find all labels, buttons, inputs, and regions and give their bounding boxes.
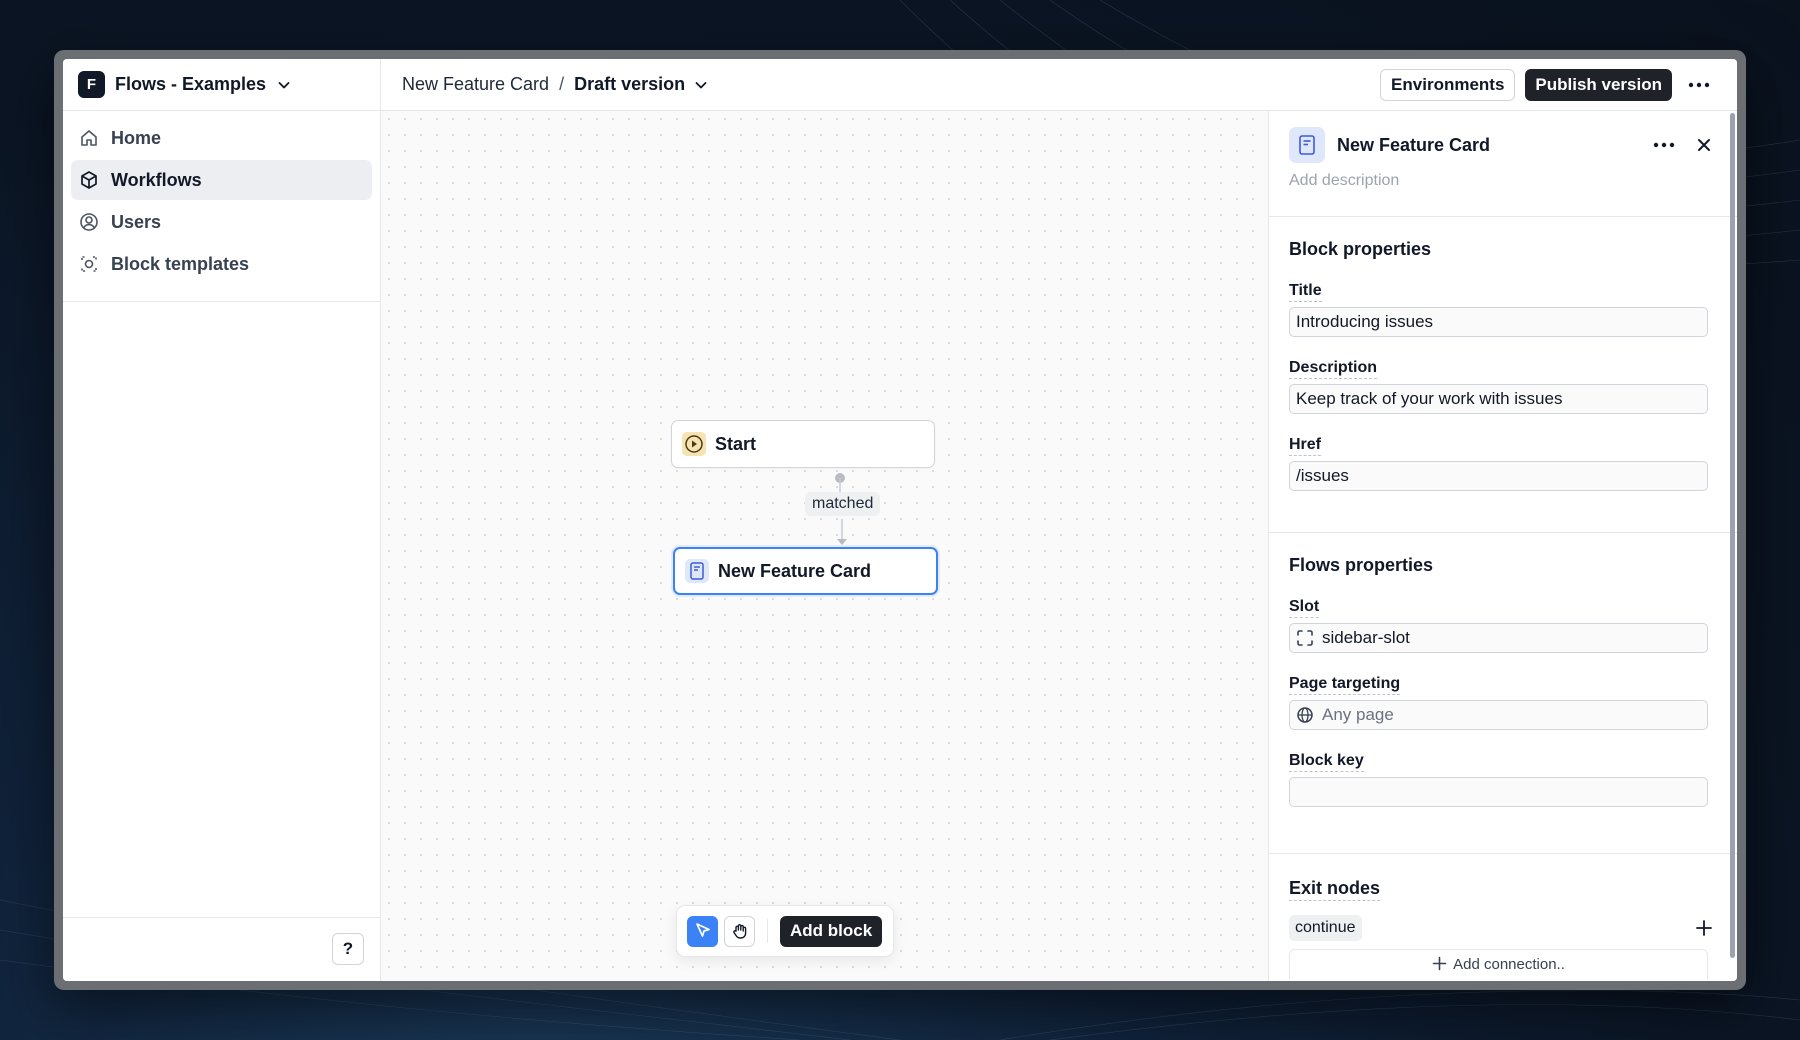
block-properties-section: Block properties Title Description Href [1269, 217, 1737, 533]
workspace-logo: F [78, 71, 105, 98]
flows-properties-section: Flows properties Slot sidebar-slot Page … [1269, 533, 1737, 854]
block-template-icon [79, 254, 99, 274]
globe-icon [1296, 706, 1314, 724]
sidebar-nav: Home Workflows Users Block templates [63, 111, 380, 302]
section-title: Block properties [1289, 239, 1432, 259]
feature-node-label: New Feature Card [718, 560, 872, 581]
add-block-button[interactable]: Add block [780, 915, 883, 947]
card-icon [685, 559, 709, 583]
block-key-field: Block key [1289, 752, 1717, 807]
title-field: Title [1289, 282, 1717, 337]
add-connection-label: Add connection.. [1453, 956, 1565, 973]
plus-icon [1432, 956, 1447, 971]
topbar-actions: Environments Publish version [1380, 68, 1716, 101]
slot-field: Slot sidebar-slot [1289, 598, 1717, 653]
field-label: Description [1289, 359, 1378, 379]
edge-connector [835, 473, 847, 545]
field-label: Slot [1289, 598, 1320, 618]
field-label: Page targeting [1289, 675, 1401, 695]
sidebar-item-home[interactable]: Home [71, 118, 372, 158]
description-input[interactable] [1289, 384, 1708, 414]
page-targeting-value: Any page [1322, 705, 1394, 724]
breadcrumb-current: Draft version [574, 74, 686, 94]
field-label: Title [1289, 282, 1322, 302]
slot-value: sidebar-slot [1322, 628, 1410, 647]
sidebar-item-users[interactable]: Users [71, 202, 372, 242]
home-icon [79, 128, 99, 148]
sidebar-item-label: Users [111, 211, 162, 232]
pointer-icon [694, 922, 712, 940]
section-title: Exit nodes [1289, 878, 1717, 901]
start-node-label: Start [715, 433, 757, 454]
field-label: Block key [1289, 752, 1364, 772]
breadcrumb-separator: / [559, 74, 565, 94]
app-root: F Flows - Examples Home Workflows Users … [63, 59, 1737, 981]
more-options-icon[interactable] [1682, 69, 1716, 101]
feature-card-node[interactable]: New Feature Card [673, 547, 938, 595]
app-window: F Flows - Examples Home Workflows Users … [54, 50, 1746, 990]
help-button[interactable]: ? [332, 933, 364, 965]
publish-version-button[interactable]: Publish version [1525, 68, 1672, 101]
environments-button[interactable]: Environments [1380, 68, 1516, 101]
plus-icon[interactable] [1691, 915, 1717, 941]
href-input[interactable] [1289, 461, 1708, 491]
edge-label[interactable]: matched [805, 492, 881, 516]
sidebar-footer: ? [63, 917, 380, 981]
close-icon[interactable] [1691, 132, 1717, 158]
cube-icon [79, 170, 99, 190]
workspace-name: Flows - Examples [115, 74, 267, 94]
description-field: Description [1289, 359, 1717, 414]
more-options-icon[interactable] [1651, 132, 1677, 158]
pan-tool-button[interactable] [724, 915, 755, 947]
panel-header: New Feature Card Add description [1269, 111, 1737, 217]
exit-node-tag[interactable]: continue [1289, 915, 1362, 941]
chevron-down-icon [693, 77, 709, 93]
block-properties-panel: New Feature Card Add description Block p… [1268, 111, 1737, 981]
card-icon [1289, 127, 1325, 163]
panel-title[interactable]: New Feature Card [1337, 135, 1490, 156]
add-connection-button[interactable]: Add connection.. [1289, 949, 1708, 979]
chevron-down-icon [276, 77, 292, 93]
sidebar-item-label: Workflows [111, 169, 202, 190]
page-targeting-select[interactable]: Any page [1289, 700, 1708, 730]
workspace-switcher[interactable]: F Flows - Examples [63, 59, 380, 111]
sidebar-item-block-templates[interactable]: Block templates [71, 244, 372, 284]
field-label: Href [1289, 436, 1322, 456]
sidebar-item-label: Block templates [111, 253, 250, 274]
play-circle-icon [682, 432, 706, 456]
panel-scrollbar[interactable] [1730, 113, 1735, 958]
section-title: Flows properties [1289, 555, 1434, 575]
title-input[interactable] [1289, 307, 1708, 337]
canvas-toolbar: Add block [676, 905, 894, 957]
sidebar-item-label: Home [111, 127, 162, 148]
slot-icon [1296, 629, 1314, 647]
slot-select[interactable]: sidebar-slot [1289, 623, 1708, 653]
description-placeholder[interactable]: Add description [1289, 172, 1717, 190]
href-field: Href [1289, 436, 1717, 491]
workflow-canvas[interactable]: Start matched New Feature Card Add block [381, 111, 1268, 981]
sidebar: F Flows - Examples Home Workflows Users … [63, 59, 381, 981]
exit-nodes-section: Exit nodes continue Add connection.. [1269, 854, 1737, 979]
sidebar-item-workflows[interactable]: Workflows [71, 160, 372, 200]
toolbar-divider [767, 919, 768, 943]
user-circle-icon [79, 212, 99, 232]
version-selector[interactable]: Draft version [574, 74, 709, 95]
page-targeting-field: Page targeting Any page [1289, 675, 1717, 730]
hand-icon [731, 922, 749, 940]
select-tool-button[interactable] [687, 915, 718, 947]
start-node[interactable]: Start [671, 420, 935, 468]
block-key-input[interactable] [1289, 777, 1708, 807]
exit-nodes-title: Exit nodes [1289, 878, 1381, 901]
breadcrumb-parent[interactable]: New Feature Card [402, 74, 549, 95]
top-bar: New Feature Card / Draft version Environ… [381, 59, 1737, 111]
